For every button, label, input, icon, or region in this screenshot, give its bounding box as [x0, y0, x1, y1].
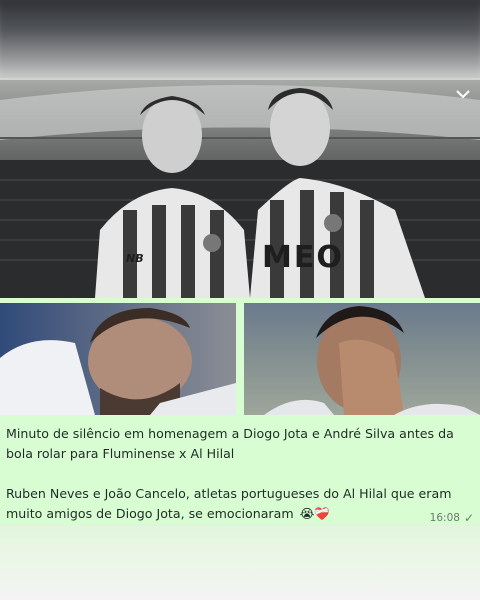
- photo-players-portrait[interactable]: MEO NB: [0, 80, 480, 298]
- message-meta: 16:08 ✓: [430, 511, 474, 525]
- single-check-icon: ✓: [463, 511, 474, 525]
- shirt-sponsor-text: MEO: [262, 240, 344, 275]
- caption-paragraph-2: Ruben Neves e João Cancelo, atletas port…: [6, 484, 474, 524]
- shirt-brand-logo: NB: [126, 252, 144, 265]
- message-time: 16:08: [429, 512, 460, 524]
- photo-joao-cancelo[interactable]: [244, 303, 480, 415]
- crying-heart-emoji: 😭❤️‍🩹: [299, 506, 331, 521]
- message-caption: Minuto de silêncio em homenagem a Diogo …: [6, 424, 474, 524]
- photo-ruben-neves[interactable]: [0, 303, 236, 415]
- caption-paragraph-1: Minuto de silêncio em homenagem a Diogo …: [6, 426, 454, 461]
- caption-paragraph-2-text: Ruben Neves e João Cancelo, atletas port…: [6, 486, 452, 521]
- photo-player-covering-face: [264, 306, 480, 415]
- blurred-background: [0, 0, 480, 78]
- chat-background-bottom: [0, 524, 480, 600]
- chevron-down-icon[interactable]: [454, 88, 472, 102]
- photo-players-illustration: [0, 85, 480, 298]
- photo-player-head-down: [0, 308, 236, 415]
